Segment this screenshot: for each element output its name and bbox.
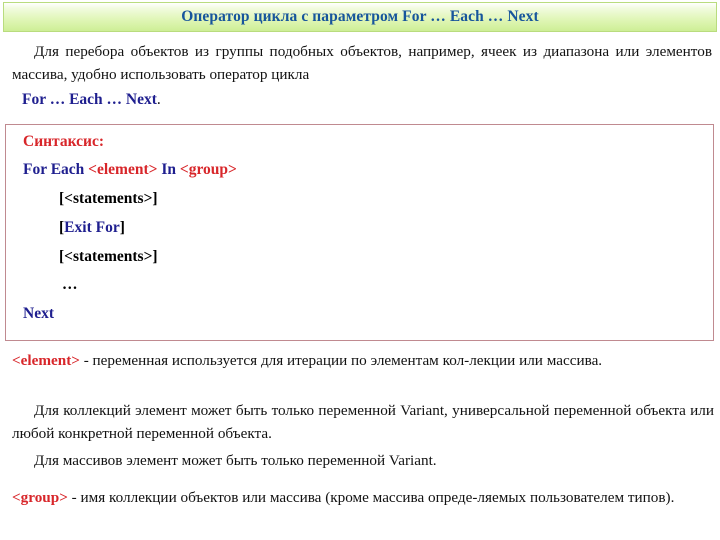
syntax-box: Синтаксис: For Each <element> In <group>…	[5, 124, 714, 341]
syntax-line-statements-1: [<statements>]	[59, 189, 158, 209]
statement-name-period: .	[156, 91, 161, 108]
explanation-collections: Для коллекций элемент может быть только …	[12, 399, 714, 445]
explanation-element-keyword: <element>	[12, 352, 80, 369]
explanation-collections-text: Для коллекций элемент может быть только …	[12, 402, 714, 442]
slide-header-banner: Оператор цикла с параметром For … Each ……	[3, 2, 717, 32]
syntax-line-for-each: For Each <element> In <group>	[23, 160, 237, 180]
syntax-line-next: Next	[23, 304, 54, 324]
syntax-token-statements-2: [<statements>]	[59, 248, 158, 265]
explanation-group-text: - имя коллекции объектов или массива (кр…	[67, 489, 675, 506]
syntax-token-bracket-close: ]	[119, 219, 125, 236]
statement-name-line: For … Each … Next.	[22, 88, 422, 111]
syntax-token-element: <element>	[88, 161, 158, 178]
syntax-line-statements-2: [<statements>]	[59, 247, 158, 267]
intro-paragraph: Для перебора объектов из группы подобных…	[12, 40, 712, 86]
syntax-token-next: Next	[23, 305, 54, 322]
syntax-line-ellipsis: …	[62, 275, 79, 295]
syntax-token-group: <group>	[179, 161, 237, 178]
syntax-token-for-each: For Each	[23, 161, 89, 178]
intro-paragraph-text: Для перебора объектов из группы подобных…	[12, 43, 712, 83]
syntax-token-statements-1: [<statements>]	[59, 190, 158, 207]
syntax-token-ellipsis: …	[62, 276, 79, 293]
syntax-title-label: Синтаксис:	[23, 133, 105, 150]
syntax-token-exit-for: Exit For	[64, 219, 120, 236]
explanation-group: <group> - имя коллекции объектов или мас…	[12, 486, 714, 509]
explanation-element: <element> - переменная используется для …	[12, 349, 714, 372]
syntax-token-in: In	[157, 161, 180, 178]
explanation-element-text: - переменная используется для итерации п…	[79, 352, 603, 369]
explanation-arrays: Для массивов элемент может быть только п…	[12, 449, 714, 472]
explanation-arrays-text: Для массивов элемент может быть только п…	[34, 452, 437, 469]
page-title: Оператор цикла с параметром For … Each ……	[181, 8, 539, 25]
statement-name-label: For … Each … Next	[22, 91, 157, 108]
explanation-group-keyword: <group>	[12, 489, 68, 506]
syntax-line-exit-for: [Exit For]	[59, 218, 125, 238]
syntax-title: Синтаксис:	[23, 132, 104, 152]
